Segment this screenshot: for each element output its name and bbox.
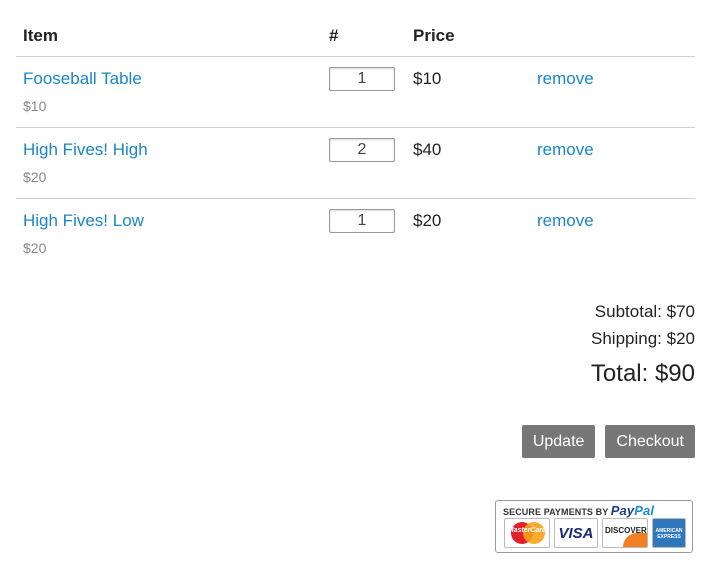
mastercard-icon: MasterCard [504,518,550,548]
order-totals: Subtotal: $70 Shipping: $20 Total: $90 [591,298,695,388]
item-unit-price: $10 [23,98,47,114]
amex-label: AMERICAN EXPRESS [655,528,683,540]
table-row: High Fives! Low $20 $20 remove [16,199,695,270]
mastercard-label: MasterCard [507,527,547,534]
item-cell: Fooseball Table $10 [16,56,329,128]
remove-link[interactable]: remove [537,211,695,231]
cart-table: Item # Price Fooseball Table $10 $10 [16,20,695,269]
shipping-text: Shipping: $20 [591,329,695,348]
total-text: Total: $90 [590,360,695,387]
paypal-badge-heading: SECURE PAYMENTS BY PayPal [503,503,654,518]
item-name-link[interactable]: High Fives! Low [23,211,329,231]
item-unit-price: $20 [23,240,47,256]
quantity-input[interactable] [329,138,395,162]
paypal-heading-text: SECURE PAYMENTS BY [503,507,609,517]
price-cell: $10 [413,56,537,128]
subtotal-text: Subtotal: $70 [594,302,695,321]
paypal-secure-payments-badge: SECURE PAYMENTS BY PayPal MasterCard VIS… [495,500,693,553]
table-header-row: Item # Price [16,20,695,57]
visa-label: VISA [558,525,594,542]
visa-icon: VISA [554,518,598,548]
item-name-link[interactable]: High Fives! High [23,140,329,160]
line-price: $40 [413,140,442,159]
paypal-logo-pay: Pay [610,503,635,518]
remove-cell: remove [537,199,695,270]
remove-link[interactable]: remove [537,140,695,160]
paypal-logo-pal: Pal [634,503,655,518]
remove-link[interactable]: remove [537,69,695,89]
line-price: $20 [413,211,442,230]
quantity-input[interactable] [329,67,395,91]
update-button[interactable]: Update [521,425,596,458]
discover-icon: DISCOVER [602,518,648,548]
line-price: $10 [413,69,442,88]
discover-label: DISCOVER [605,526,647,535]
header-quantity: # [329,20,413,57]
quantity-cell [329,127,413,199]
cart-actions: Update Checkout [521,425,695,458]
header-item: Item [16,20,329,57]
quantity-cell [329,56,413,128]
cart-table-container: Item # Price Fooseball Table $10 $10 [16,20,695,269]
price-cell: $20 [413,199,537,270]
quantity-input[interactable] [329,209,395,233]
remove-cell: remove [537,127,695,199]
price-cell: $40 [413,127,537,199]
table-row: High Fives! High $20 $40 remove [16,127,695,199]
item-name-link[interactable]: Fooseball Table [23,69,329,89]
quantity-cell [329,199,413,270]
header-price: Price [413,20,537,57]
item-cell: High Fives! Low $20 [16,199,329,270]
american-express-icon: AMERICAN EXPRESS [652,518,686,548]
item-cell: High Fives! High $20 [16,127,329,199]
item-unit-price: $20 [23,169,47,185]
table-row: Fooseball Table $10 $10 remove [16,56,695,128]
paypal-logo: PayPal [611,503,654,518]
header-actions [537,20,695,57]
remove-cell: remove [537,56,695,128]
checkout-button[interactable]: Checkout [605,425,695,458]
